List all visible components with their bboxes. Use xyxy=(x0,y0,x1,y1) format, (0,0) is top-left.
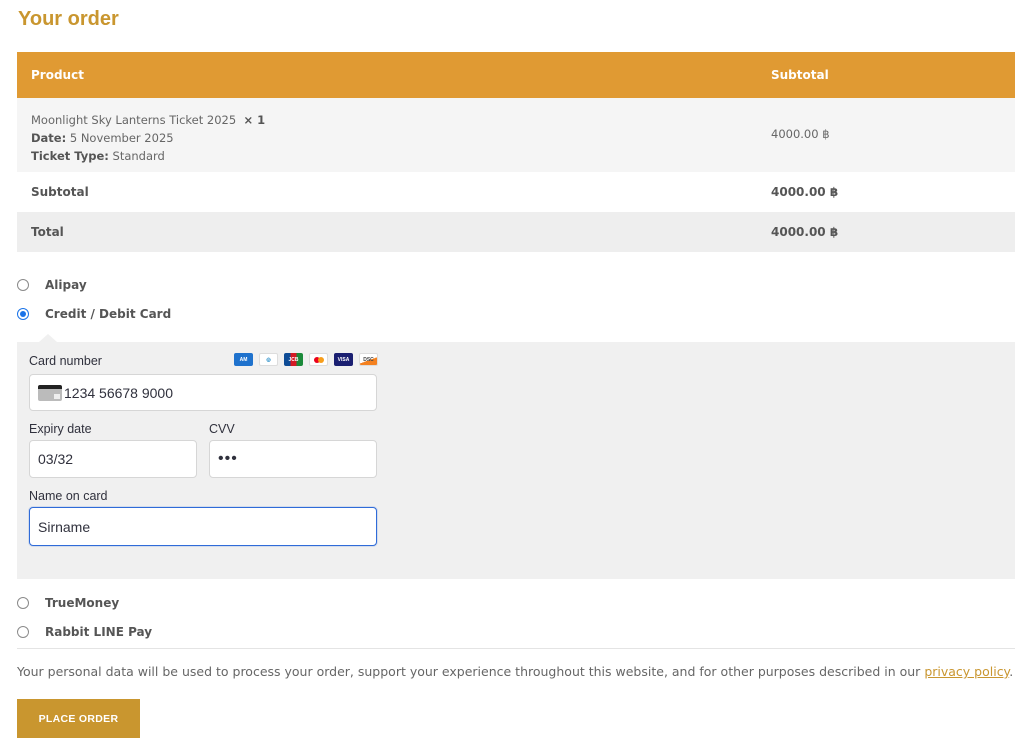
total-row: Total 4000.00 ฿ xyxy=(17,212,1015,252)
amex-icon: AM xyxy=(234,353,253,366)
date-value: 5 November 2025 xyxy=(69,131,174,145)
payment-option-card[interactable]: Credit / Debit Card xyxy=(17,307,171,321)
visa-icon: VISA xyxy=(334,353,353,366)
product-cell: Moonlight Sky Lanterns Ticket 2025 × 1 D… xyxy=(31,111,265,165)
total-label: Total xyxy=(31,225,64,239)
card-payment-form: Card number AM ◎ JCB VISA DSC 1234 56678… xyxy=(17,334,1015,579)
jcb-icon: JCB xyxy=(284,353,303,366)
order-summary-table: Product Subtotal Moonlight Sky Lanterns … xyxy=(17,52,1015,252)
expiry-input[interactable]: 03/32 xyxy=(29,440,197,478)
expiry-label: Expiry date xyxy=(29,422,92,436)
alipay-label[interactable]: Alipay xyxy=(45,278,87,292)
alipay-radio[interactable] xyxy=(17,279,29,291)
product-quantity: × 1 xyxy=(243,113,266,127)
privacy-end: . xyxy=(1009,664,1014,679)
card-radio[interactable] xyxy=(17,308,29,320)
card-label[interactable]: Credit / Debit Card xyxy=(45,307,171,321)
ticket-type-label: Ticket Type: xyxy=(31,149,109,163)
subtotal-label: Subtotal xyxy=(31,185,89,199)
payment-option-truemoney[interactable]: TrueMoney xyxy=(17,596,119,610)
column-header-subtotal: Subtotal xyxy=(771,68,829,82)
discover-icon: DSC xyxy=(359,353,378,366)
card-icon xyxy=(38,384,62,401)
card-number-input[interactable]: 1234 56678 9000 xyxy=(29,374,377,411)
date-label: Date: xyxy=(31,131,67,145)
subtotal-value: 4000.00 ฿ xyxy=(771,185,839,199)
rabbit-line-pay-radio[interactable] xyxy=(17,626,29,638)
subtotal-row: Subtotal 4000.00 ฿ xyxy=(17,172,1015,212)
truemoney-label[interactable]: TrueMoney xyxy=(45,596,119,610)
ticket-type-value: Standard xyxy=(112,149,165,163)
name-on-card-input[interactable]: Sirname xyxy=(29,507,377,546)
privacy-text: Your personal data will be used to proce… xyxy=(17,664,921,679)
name-on-card-label: Name on card xyxy=(29,489,108,503)
product-name: Moonlight Sky Lanterns Ticket 2025 xyxy=(31,113,237,127)
card-number-label: Card number xyxy=(29,354,102,368)
page-title: Your order xyxy=(18,8,119,30)
card-number-value[interactable]: 1234 56678 9000 xyxy=(64,385,173,401)
payment-option-rabbit-line-pay[interactable]: Rabbit LINE Pay xyxy=(17,625,152,639)
diners-icon: ◎ xyxy=(259,353,278,366)
column-header-product: Product xyxy=(31,68,84,82)
name-on-card-value[interactable]: Sirname xyxy=(38,519,90,535)
privacy-policy-link[interactable]: privacy policy xyxy=(924,664,1009,679)
truemoney-radio[interactable] xyxy=(17,597,29,609)
payment-option-alipay[interactable]: Alipay xyxy=(17,278,87,292)
item-subtotal: 4000.00 ฿ xyxy=(771,127,830,141)
mastercard-icon xyxy=(309,353,328,366)
card-brands: AM ◎ JCB VISA DSC xyxy=(234,353,378,366)
expiry-value[interactable]: 03/32 xyxy=(38,451,73,467)
cvv-input[interactable]: ••• xyxy=(209,440,377,478)
rabbit-line-pay-label[interactable]: Rabbit LINE Pay xyxy=(45,625,152,639)
divider xyxy=(17,648,1015,649)
table-row: Moonlight Sky Lanterns Ticket 2025 × 1 D… xyxy=(17,98,1015,172)
privacy-notice: Your personal data will be used to proce… xyxy=(17,664,1013,679)
total-value: 4000.00 ฿ xyxy=(771,225,839,239)
cvv-value[interactable]: ••• xyxy=(218,450,238,468)
cvv-label: CVV xyxy=(209,422,235,436)
place-order-button[interactable]: PLACE ORDER xyxy=(17,699,140,738)
table-header: Product Subtotal xyxy=(17,52,1015,98)
